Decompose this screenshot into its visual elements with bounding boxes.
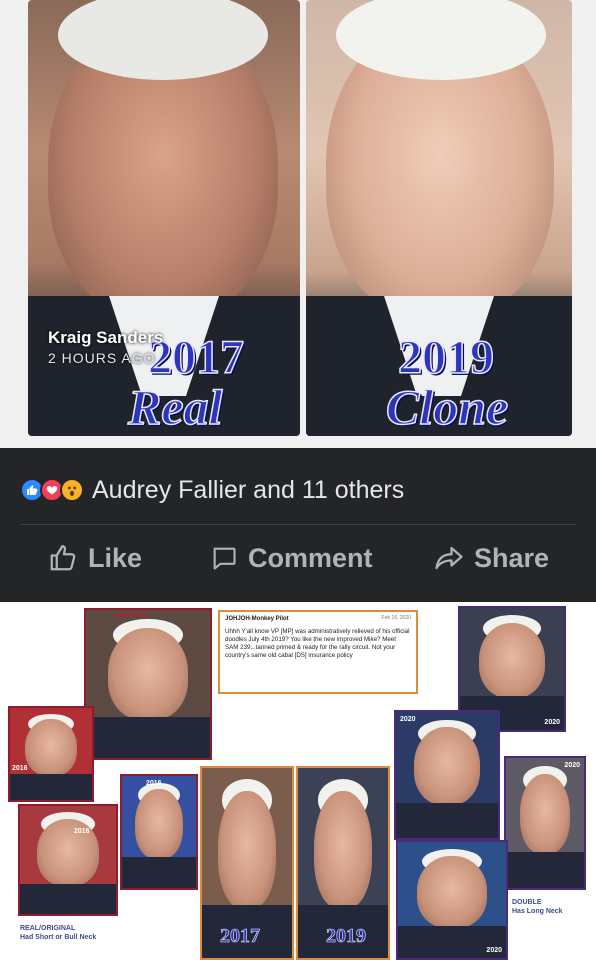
collage-photo-clone-2019: 2019 [296,766,390,960]
photo-panel-left: 2017 Real Kraig Sanders 2 HOURS AGO [28,0,300,436]
collage-photo-2020-middle: 2020 [394,710,500,840]
share-button[interactable]: Share [434,536,549,580]
share-label: Share [474,542,550,573]
double-caption: DOUBLE Has Long Neck [512,899,563,915]
collage-photo-real-2017: 2017 [200,766,294,960]
post-photo-top[interactable]: 2017 Real Kraig Sanders 2 HOURS AGO 2019… [0,0,596,448]
post-photo-collage[interactable]: 3/26/2019 JOHJOH-Monkey Pilot Feb 16, 20… [0,602,596,960]
like-icon [50,545,76,571]
wow-reaction-icon [60,478,84,502]
like-button[interactable]: Like [48,536,142,580]
collage-photo-2020-bottom: 2020 [396,840,508,960]
reactions-summary[interactable]: Audrey Fallier and 11 others [20,474,404,506]
reactions-text[interactable]: Audrey Fallier and 11 others [92,476,404,505]
tweet-body: Uhhh Y'all know VP [MP] was administrati… [225,628,410,659]
collage-photo-2016-left: 2016 [8,706,94,802]
collage-photo-2016-center: 2016 [120,774,198,890]
date-label: 3/26/2019 [116,612,148,619]
collage-photo-2019-portrait: 3/26/2019 [84,608,212,760]
tweet-card: JOHJOH-Monkey Pilot Feb 16, 2020 Uhhh Y'… [218,610,418,694]
share-icon [435,546,463,570]
collage-photo-2020-right: 2020 [504,756,586,890]
photo-panel-right: 2019 Clone [306,0,572,436]
comment-button[interactable]: Comment [210,536,373,580]
watermark-name: Kraig Sanders [48,328,164,347]
watermark-time: 2 HOURS AGO [48,350,156,366]
like-label: Like [88,542,143,573]
caption-word-left: Real [127,378,223,436]
comment-label: Comment [248,542,373,573]
real-caption: REAL/ORIGINAL Had Short or Bull Neck [20,925,97,941]
comment-icon [213,547,236,570]
caption-year-right: 2019 [397,330,495,385]
tweet-date: Feb 16, 2020 [381,615,411,621]
caption-word-right: Clone [385,378,509,436]
collage-photo-2016-lower: 2016 [18,804,118,916]
footer-divider [20,524,576,525]
